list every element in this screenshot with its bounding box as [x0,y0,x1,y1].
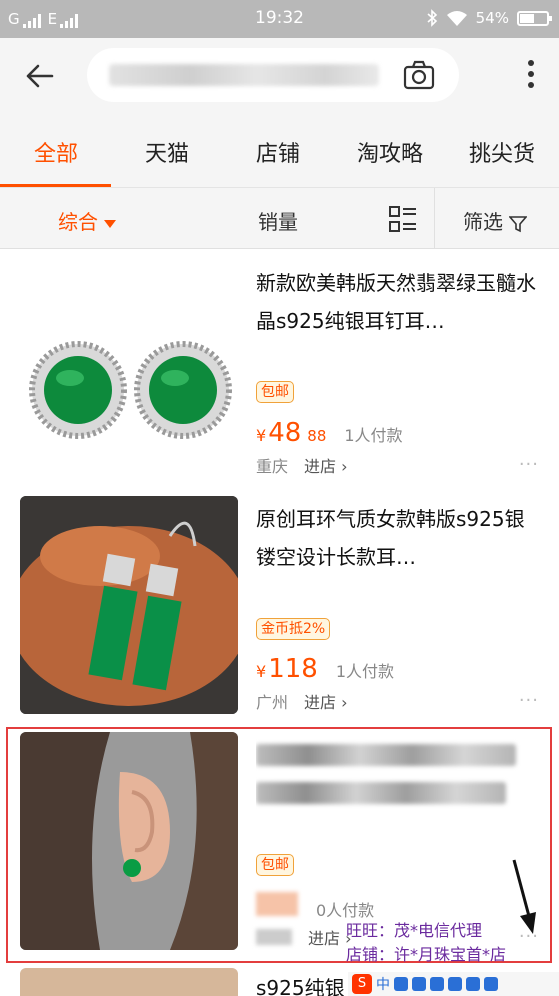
search-header [0,38,559,114]
filter-label: 筛选 [463,210,503,234]
sort-comprehensive-label: 综合 [58,210,98,234]
chinese-mode-toggle[interactable]: 中 [376,974,390,994]
enter-shop-link[interactable]: 进店 › [304,453,348,477]
caret-down-icon [104,219,116,228]
tab-premium[interactable]: 挑尖货 [446,136,558,168]
mic-icon[interactable] [412,977,426,991]
more-options-icon[interactable]: ··· [519,454,539,475]
wifi-icon [446,11,467,26]
product-title[interactable]: 新款欧美韩版天然翡翠绿玉髓水晶s925纯银耳钉耳… [256,264,540,340]
filter-button[interactable]: 筛选 [463,206,529,235]
annotation-wangwang: 旺旺：茂*电信代理 [346,921,483,940]
currency-symbol: ¥ [256,662,267,681]
list-item[interactable]: 新款欧美韩版天然翡翠绿玉髓水晶s925纯银耳钉耳… 包邮 ¥ 48 88 1人付… [0,250,559,486]
tab-guides[interactable]: 淘攻略 [334,136,446,168]
tab-tmall[interactable]: 天猫 [111,136,223,168]
moon-icon[interactable] [394,977,408,991]
currency-symbol: ¥ [256,426,267,445]
product-image [20,496,238,714]
keyboard-icon[interactable] [430,977,444,991]
price: 48 [268,418,302,448]
list-item[interactable]: 原创耳环气质女款韩版s925银镂空设计长款耳… 金币抵2% ¥ 118 1人付款… [0,486,559,722]
wrench-icon[interactable] [484,977,498,991]
meta-row: 重庆 进店 › [256,454,348,476]
sort-comprehensive-button[interactable]: 综合 [58,206,116,235]
product-title[interactable]: s925纯银 [256,972,345,996]
sort-sales-button[interactable]: 销量 [258,206,298,235]
sales-count: 1人付款 [344,426,403,445]
active-tab-indicator [0,184,111,187]
sogou-logo-icon[interactable]: S [352,974,372,994]
skin-icon[interactable] [466,977,480,991]
arrow-left-icon[interactable] [22,58,58,94]
price-tag: 88 [307,427,327,445]
free-shipping-badge: 包邮 [256,381,294,403]
sales-count: 1人付款 [335,662,395,681]
annotation-shop: 店铺：许*月珠宝首*店 [346,945,507,964]
camera-icon[interactable] [403,60,435,90]
status-bar: G E 19:32 54% [0,0,559,38]
filter-icon [508,215,529,232]
coin-discount-badge: 金币抵2% [256,618,331,640]
enter-shop-link[interactable]: 进店 › [304,689,348,713]
category-tabs: 全部 天猫 店铺 淘攻略 挑尖货 [0,114,559,188]
meta-row: 广州 进店 › [256,690,348,712]
location: 重庆 [256,457,289,476]
product-image [20,968,238,996]
battery-percent: 54% [475,9,509,27]
user-icon[interactable] [448,977,462,991]
tab-shops[interactable]: 店铺 [222,136,334,168]
price-row: ¥ 118 1人付款 [256,654,394,686]
location: 广州 [256,693,289,712]
more-options-icon[interactable]: ··· [519,690,539,711]
search-input[interactable] [87,48,459,102]
annotation-arrow [512,859,536,934]
more-vertical-icon[interactable] [527,60,535,92]
status-right: 54% [426,9,552,27]
search-query-redacted [109,64,379,86]
product-title[interactable]: 原创耳环气质女款韩版s925银镂空设计长款耳… [256,500,540,576]
list-view-icon[interactable] [388,204,418,234]
product-image [20,260,238,478]
battery-icon [517,10,552,26]
price: 118 [268,654,318,684]
tab-all[interactable]: 全部 [0,136,112,168]
bluetooth-icon [427,9,437,27]
divider [434,188,435,248]
input-method-toolbar: S 中 [348,972,559,996]
price-row: ¥ 48 88 1人付款 [256,418,403,450]
sort-bar: 综合 销量 筛选 [0,188,559,249]
